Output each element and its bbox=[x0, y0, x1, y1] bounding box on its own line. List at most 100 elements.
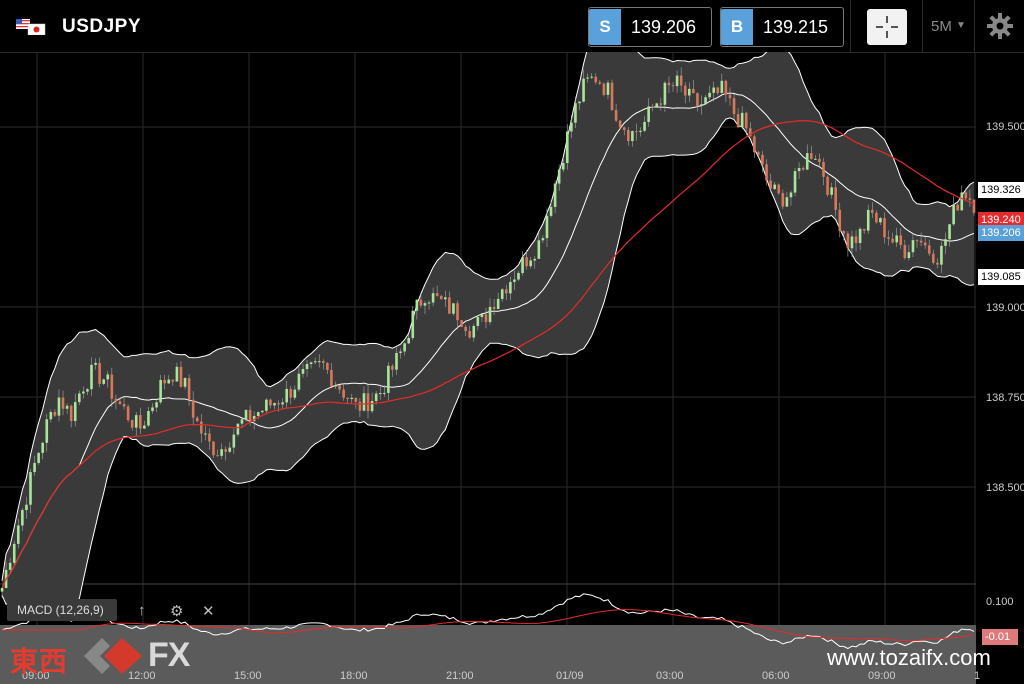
candle-body bbox=[639, 130, 642, 133]
candle-body bbox=[789, 192, 793, 198]
candle-body bbox=[618, 120, 622, 128]
price-chart[interactable] bbox=[0, 52, 1024, 684]
candle-body bbox=[810, 153, 813, 160]
candle-body bbox=[647, 106, 650, 122]
candle-body bbox=[830, 187, 833, 195]
candle-body bbox=[696, 93, 699, 106]
candle-body bbox=[635, 131, 638, 133]
candle-body bbox=[301, 368, 305, 374]
candle-body bbox=[163, 379, 166, 384]
candle-body bbox=[594, 76, 598, 83]
symbol-title[interactable]: USDJPY bbox=[62, 16, 141, 38]
candle-body bbox=[415, 299, 419, 311]
candle-body bbox=[586, 77, 589, 79]
candle-body bbox=[147, 411, 150, 426]
candle-body bbox=[439, 295, 443, 300]
candle-body bbox=[765, 164, 768, 181]
time-tick: 03:00 bbox=[656, 670, 684, 682]
candle-body bbox=[289, 388, 293, 398]
candle-body bbox=[736, 114, 740, 128]
candle-body bbox=[374, 393, 378, 402]
candle-body bbox=[517, 272, 520, 280]
candle-body bbox=[21, 510, 24, 526]
dropdown-caret-icon: ▼ bbox=[956, 20, 966, 31]
candle-body bbox=[212, 441, 215, 456]
divider bbox=[922, 0, 923, 52]
candle-body bbox=[724, 80, 728, 95]
candle-body bbox=[330, 369, 333, 387]
candle-body bbox=[720, 80, 724, 93]
candle-body bbox=[313, 361, 317, 363]
time-tick: 09:00 bbox=[868, 670, 896, 682]
candle-body bbox=[590, 76, 593, 78]
timeframe-selector[interactable]: 5M ▼ bbox=[931, 18, 966, 35]
candle-body bbox=[541, 238, 545, 241]
candle-body bbox=[94, 362, 97, 365]
candle-body bbox=[195, 417, 199, 422]
candle-body bbox=[545, 215, 549, 239]
candle-body bbox=[102, 379, 105, 384]
candle-body bbox=[167, 379, 171, 384]
candle-body bbox=[557, 169, 561, 184]
lower-band-marker: 139.085 bbox=[978, 269, 1024, 285]
up-arrow-icon[interactable]: ↑ bbox=[138, 602, 146, 619]
candle-body bbox=[509, 281, 512, 294]
buy-button[interactable]: B 139.215 bbox=[720, 7, 844, 47]
candle-body bbox=[773, 184, 776, 189]
candle-body bbox=[49, 412, 53, 420]
candle-body bbox=[236, 423, 240, 435]
candle-body bbox=[553, 183, 557, 207]
candle-body bbox=[915, 240, 919, 242]
bid-price-marker: 139.206 bbox=[978, 225, 1024, 241]
candle-body bbox=[61, 397, 65, 409]
candle-body bbox=[358, 401, 362, 411]
candle-body bbox=[708, 92, 711, 98]
close-icon[interactable]: ✕ bbox=[202, 602, 215, 620]
candle-body bbox=[200, 421, 203, 434]
candle-body bbox=[805, 153, 809, 170]
candle-body bbox=[826, 176, 829, 195]
candle-body bbox=[728, 94, 732, 99]
crosshair-button[interactable] bbox=[867, 9, 907, 45]
candle-body bbox=[12, 543, 16, 563]
sell-button[interactable]: S 139.206 bbox=[588, 7, 712, 47]
candle-body bbox=[858, 228, 862, 244]
candle-body bbox=[793, 171, 797, 193]
candle-body bbox=[903, 245, 907, 259]
macd-value-marker: -0.01 bbox=[982, 629, 1018, 645]
candle-body bbox=[883, 218, 886, 238]
candle-body bbox=[948, 224, 951, 240]
candle-body bbox=[134, 415, 138, 428]
us-jp-flag-icon bbox=[16, 19, 46, 35]
settings-icon[interactable]: ⚙ bbox=[170, 602, 183, 620]
candle-body bbox=[513, 279, 516, 282]
candle-body bbox=[797, 168, 801, 172]
watermark-logo-fx: FX bbox=[148, 636, 190, 674]
candle-body bbox=[866, 209, 870, 231]
timeframe-label: 5M bbox=[931, 18, 952, 35]
candle-body bbox=[484, 314, 488, 323]
candle-body bbox=[602, 83, 606, 95]
candle-body bbox=[317, 361, 321, 363]
time-tick: 18:00 bbox=[340, 670, 368, 682]
candle-body bbox=[261, 410, 264, 413]
macd-indicator-label[interactable]: MACD (12,26,9) bbox=[7, 599, 117, 621]
candle-body bbox=[838, 209, 842, 232]
candle-body bbox=[110, 374, 114, 399]
candle-body bbox=[671, 85, 675, 87]
gear-icon[interactable] bbox=[986, 12, 1014, 40]
candle-body bbox=[427, 302, 431, 304]
candle-body bbox=[285, 388, 288, 403]
candle-body bbox=[25, 504, 28, 511]
candle-body bbox=[175, 366, 179, 382]
candle-body bbox=[411, 310, 415, 338]
candle-body bbox=[704, 97, 707, 105]
candle-body bbox=[362, 393, 366, 411]
candle-body bbox=[919, 240, 923, 243]
candle-body bbox=[383, 392, 386, 394]
candle-body bbox=[159, 379, 162, 403]
watermark-url: www.tozaifx.com bbox=[827, 645, 991, 670]
candle-body bbox=[448, 297, 451, 314]
candle-body bbox=[643, 121, 646, 131]
candle-body bbox=[0, 588, 4, 592]
